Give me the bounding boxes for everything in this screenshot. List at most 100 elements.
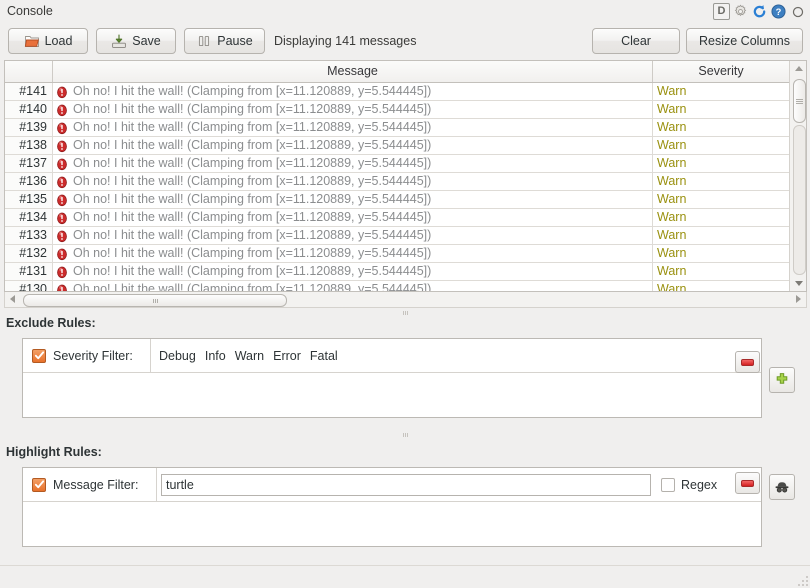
error-circle-icon — [55, 139, 69, 153]
scroll-left-arrow-icon[interactable] — [5, 292, 20, 306]
row-message-cell: Oh no! I hit the wall! (Clamping from [x… — [53, 245, 653, 262]
row-message-text: Oh no! I hit the wall! (Clamping from [x… — [73, 281, 431, 292]
table-row[interactable]: #133Oh no! I hit the wall! (Clamping fro… — [5, 227, 791, 245]
exclude-add-rule-button[interactable] — [769, 367, 795, 393]
vertical-scrollbar-track[interactable] — [793, 125, 806, 275]
row-message-text: Oh no! I hit the wall! (Clamping from [x… — [73, 173, 431, 190]
scroll-down-arrow-icon[interactable] — [790, 276, 807, 291]
row-severity-cell: Warn — [653, 83, 789, 100]
save-button[interactable]: Save — [96, 28, 176, 54]
clear-button[interactable]: Clear — [592, 28, 680, 54]
resize-columns-button[interactable]: Resize Columns — [686, 28, 803, 54]
severity-option-debug[interactable]: Debug — [159, 349, 196, 363]
row-message-text: Oh no! I hit the wall! (Clamping from [x… — [73, 101, 431, 118]
table-row[interactable]: #135Oh no! I hit the wall! (Clamping fro… — [5, 191, 791, 209]
row-index-cell: #131 — [5, 263, 53, 280]
severity-filter-enable-cell[interactable]: Severity Filter: — [23, 339, 151, 372]
message-filter-input[interactable] — [161, 474, 651, 496]
highlight-rules-box: Message Filter: Regex — [22, 467, 762, 547]
severity-filter-label: Severity Filter: — [53, 349, 133, 363]
row-message-cell: Oh no! I hit the wall! (Clamping from [x… — [53, 173, 653, 190]
exclude-rule-row[interactable]: Severity Filter: Debug Info Warn Error Fatal — [23, 339, 761, 373]
titlebar: Console D ? — [0, 0, 810, 24]
message-filter-enable-cell[interactable]: Message Filter: — [23, 468, 157, 501]
horizontal-scrollbar-thumb[interactable] — [23, 294, 287, 307]
table-row[interactable]: #134 Oh no! I hit the wall! (Clamping fro… — [5, 209, 791, 227]
table-horizontal-scrollbar[interactable] — [4, 292, 807, 308]
row-severity-cell: Warn — [653, 263, 789, 280]
help-icon[interactable]: ? — [770, 3, 787, 20]
row-severity-cell: Warn — [653, 155, 789, 172]
splitter-grip-icon — [403, 433, 408, 437]
table-row[interactable]: #139Oh no! I hit the wall! (Clamping fro… — [5, 119, 791, 137]
severity-filter-checkbox[interactable] — [32, 349, 46, 363]
row-severity-cell: Warn — [653, 191, 789, 208]
vertical-scrollbar-thumb[interactable] — [793, 79, 806, 123]
row-message-cell: Oh no! I hit the wall! (Clamping from [x… — [53, 155, 653, 172]
message-table: Message Severity #141 Oh no! I hit the wa… — [4, 60, 807, 292]
load-button[interactable]: Load — [8, 28, 88, 54]
close-icon[interactable] — [789, 3, 806, 20]
severity-option-fatal[interactable]: Fatal — [310, 349, 338, 363]
row-severity-cell: Warn — [653, 173, 789, 190]
splitter-handle-top[interactable] — [0, 308, 810, 318]
svg-text:?: ? — [776, 7, 782, 17]
error-circle-icon — [55, 175, 69, 189]
table-row[interactable]: #140Oh no! I hit the wall! (Clamping fro… — [5, 101, 791, 119]
error-circle-icon — [55, 247, 69, 261]
status-text: Displaying 141 messages — [274, 34, 416, 48]
row-index-cell: #132 — [5, 245, 53, 262]
clear-button-label: Clear — [621, 34, 651, 48]
splitter-handle-bottom[interactable] — [0, 430, 810, 440]
column-header-index[interactable] — [5, 61, 53, 82]
hide-non-matching-button[interactable] — [769, 474, 795, 500]
resize-columns-button-label: Resize Columns — [699, 34, 790, 48]
table-row[interactable]: #141Oh no! I hit the wall! (Clamping fro… — [5, 83, 791, 101]
error-circle-icon — [55, 157, 69, 171]
table-row[interactable]: #130Oh no! I hit the wall! (Clamping fro… — [5, 281, 791, 292]
incognito-hat-icon — [774, 479, 790, 495]
load-button-label: Load — [45, 34, 73, 48]
window-resize-grip-icon[interactable] — [796, 574, 808, 586]
row-index-cell: #134 — [5, 209, 53, 226]
settings-gear-icon[interactable] — [732, 3, 749, 20]
highlight-rule-row[interactable]: Message Filter: Regex — [23, 468, 761, 502]
column-header-message[interactable]: Message — [53, 61, 653, 82]
table-row[interactable]: #138Oh no! I hit the wall! (Clamping fro… — [5, 137, 791, 155]
row-message-text: Oh no! I hit the wall! (Clamping from [x… — [73, 137, 431, 154]
row-message-text: Oh no! I hit the wall! (Clamping from [x… — [73, 263, 431, 280]
table-body[interactable]: #141 Oh no! I hit the wall! (Clamping fro… — [5, 83, 791, 292]
severity-options-list[interactable]: Debug Info Warn Error Fatal — [151, 349, 338, 363]
highlight-remove-rule-button[interactable] — [735, 472, 760, 494]
table-row[interactable]: #136Oh no! I hit the wall! (Clamping fro… — [5, 173, 791, 191]
regex-checkbox[interactable] — [661, 478, 675, 492]
exclude-remove-rule-button[interactable] — [735, 351, 760, 373]
table-row[interactable]: #137Oh no! I hit the wall! (Clamping fro… — [5, 155, 791, 173]
message-filter-checkbox[interactable] — [32, 478, 46, 492]
row-message-cell: Oh no! I hit the wall! (Clamping from [x… — [53, 209, 653, 226]
row-message-text: Oh no! I hit the wall! (Clamping from [x… — [73, 227, 431, 244]
error-circle-icon — [55, 193, 69, 207]
dock-icon[interactable]: D — [713, 3, 730, 20]
scroll-right-arrow-icon[interactable] — [791, 292, 806, 306]
row-message-cell: Oh no! I hit the wall! (Clamping from [x… — [53, 119, 653, 136]
scroll-up-arrow-icon[interactable] — [790, 61, 807, 76]
row-message-cell: Oh no! I hit the wall! (Clamping from [x… — [53, 137, 653, 154]
pause-button[interactable]: Pause — [184, 28, 265, 54]
severity-option-info[interactable]: Info — [205, 349, 226, 363]
table-row[interactable]: #132Oh no! I hit the wall! (Clamping fro… — [5, 245, 791, 263]
table-row[interactable]: #131 Oh no! I hit the wall! (Clamping fro… — [5, 263, 791, 281]
row-message-cell: Oh no! I hit the wall! (Clamping from [x… — [53, 227, 653, 244]
error-circle-icon — [55, 121, 69, 135]
scrollbar-grip-icon — [796, 98, 803, 105]
row-message-text: Oh no! I hit the wall! (Clamping from [x… — [73, 209, 431, 226]
severity-option-warn[interactable]: Warn — [235, 349, 264, 363]
pause-button-label: Pause — [217, 34, 252, 48]
row-index-cell: #141 — [5, 83, 53, 100]
column-header-severity[interactable]: Severity — [653, 61, 789, 82]
regex-option[interactable]: Regex — [661, 478, 717, 492]
table-vertical-scrollbar[interactable] — [789, 61, 806, 291]
reload-icon[interactable] — [751, 3, 768, 20]
severity-option-error[interactable]: Error — [273, 349, 301, 363]
row-index-cell: #137 — [5, 155, 53, 172]
